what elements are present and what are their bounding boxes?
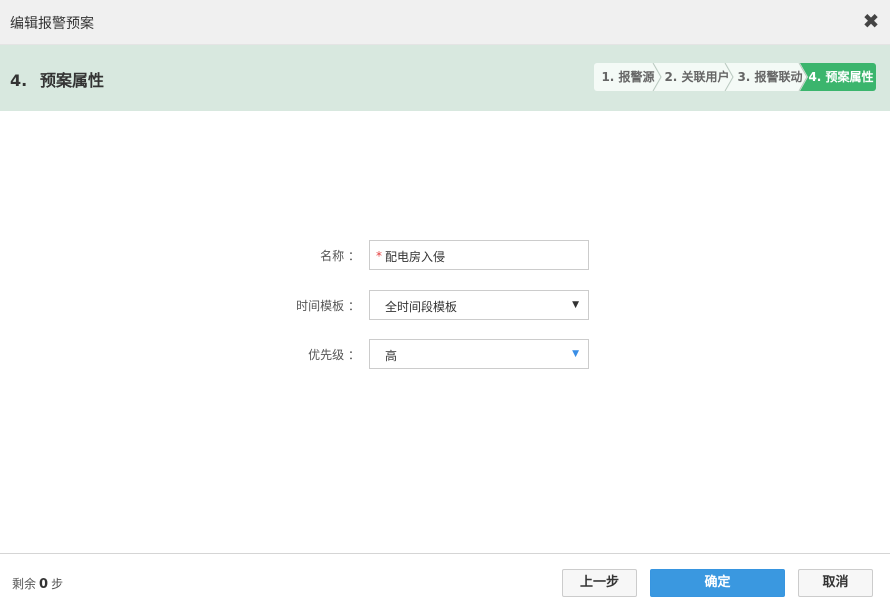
remaining-count: 0: [39, 577, 49, 592]
time-template-select[interactable]: 全时间段模板 ▼: [369, 290, 589, 320]
dialog-title: 编辑报警预案: [10, 16, 94, 32]
priority-select[interactable]: 高 ▼: [369, 339, 589, 369]
name-input[interactable]: * 配电房入侵: [369, 240, 589, 270]
cancel-button[interactable]: 取消: [798, 569, 873, 597]
step-title-text: 预案属性: [40, 71, 105, 90]
dialog-footer: 剩余 0 步 上一步 确定 取消: [0, 553, 890, 610]
step-separator-icon: [652, 63, 662, 91]
step-item-alarm-linkage[interactable]: 3. 报警联动: [726, 63, 808, 91]
name-value: 配电房入侵: [385, 250, 446, 264]
form-row-priority: 优先级 ： 高 ▼: [0, 339, 890, 369]
form-row-time-template: 时间模板 ： 全时间段模板 ▼: [0, 290, 890, 320]
remaining-suffix: 步: [51, 577, 64, 591]
step-progress: 1. 报警源 2. 关联用户 3. 报警联动 4. 预案属性: [594, 63, 876, 91]
close-icon[interactable]: ✖: [860, 10, 882, 32]
step-separator-icon: [798, 63, 808, 91]
dialog-title-bar: 编辑报警预案 ✖: [0, 0, 890, 45]
step-item-plan-properties[interactable]: 4. 预案属性: [800, 63, 876, 91]
prev-step-button[interactable]: 上一步: [562, 569, 637, 597]
remaining-prefix: 剩余: [12, 577, 37, 591]
caret-down-icon: ▼: [572, 300, 579, 310]
time-template-value: 全时间段模板: [385, 300, 458, 314]
confirm-button[interactable]: 确定: [650, 569, 785, 597]
remaining-steps: 剩余 0 步: [12, 575, 63, 592]
step-separator-icon: [724, 63, 734, 91]
step-header: 4. 预案属性 1. 报警源 2. 关联用户 3. 报警联动 4. 预案属性: [0, 45, 890, 111]
step-number: 4.: [10, 71, 28, 90]
step-title: 4. 预案属性: [10, 67, 104, 91]
priority-label: 优先级 ：: [308, 348, 360, 362]
required-mark: *: [376, 249, 382, 263]
form-row-name: 名称 ： * 配电房入侵: [0, 240, 890, 270]
name-label: 名称 ：: [320, 249, 360, 263]
priority-value: 高: [385, 349, 398, 363]
step-item-linked-users[interactable]: 2. 关联用户: [654, 63, 734, 91]
time-template-label: 时间模板 ：: [296, 299, 360, 313]
caret-down-icon: ▼: [572, 349, 579, 359]
